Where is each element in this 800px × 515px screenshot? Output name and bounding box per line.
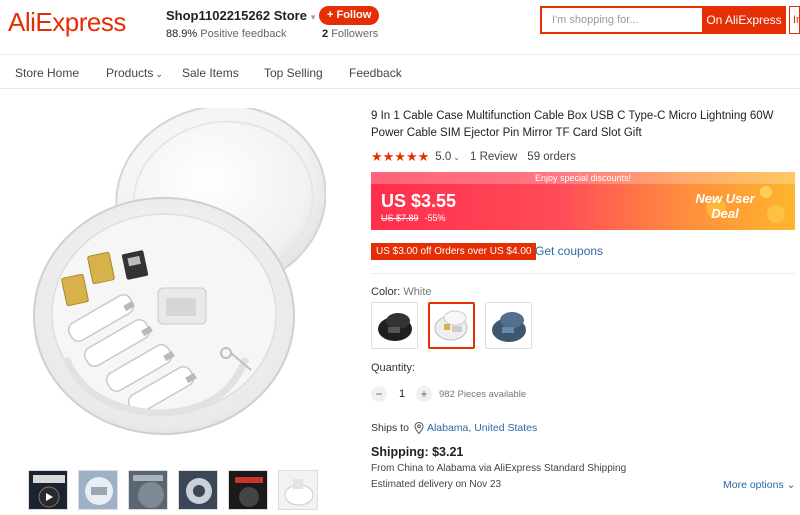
followers-number: 2 xyxy=(322,28,329,40)
estimated-delivery: Estimated delivery on Nov 23 xyxy=(371,479,502,490)
nav-products-label[interactable]: Products xyxy=(106,66,153,80)
store-header: AliExpress Shop1102215262 Store ▾ 88.9% P… xyxy=(0,0,800,55)
nav-top-selling[interactable]: Top Selling xyxy=(264,66,323,80)
product-thumbnail-icon xyxy=(133,475,164,508)
cable-case-illustration xyxy=(33,104,327,435)
search-in-store-button[interactable]: In xyxy=(789,6,800,34)
product-title: 9 In 1 Cable Case Multifunction Cable Bo… xyxy=(371,110,774,139)
chevron-down-icon[interactable]: ⌄ xyxy=(155,69,163,79)
product-thumbnail-icon xyxy=(284,479,314,506)
nav-sale-items[interactable]: Sale Items xyxy=(182,66,239,80)
thumbnail-1[interactable] xyxy=(28,470,68,510)
quantity-input[interactable]: 1 xyxy=(399,388,405,400)
store-nav: Store Home Products ⌄ Sale Items Top Sell… xyxy=(0,56,800,89)
location-pin-icon xyxy=(414,422,424,434)
coupon-tag: US $3.00 off Orders over US $4.00 xyxy=(371,243,537,260)
price-banner: Enjoy special discounts! US $3.55 US $7.… xyxy=(371,172,795,230)
followers-count: 2 Followers xyxy=(322,28,378,40)
color-label-text: Color: xyxy=(371,286,401,298)
aliexpress-logo[interactable]: AliExpress xyxy=(8,7,126,38)
ships-to-location-link[interactable]: Alabama, United States xyxy=(427,422,537,434)
blue-case-icon xyxy=(486,303,531,348)
nav-feedback[interactable]: Feedback xyxy=(349,66,402,80)
nav-products[interactable]: Products ⌄ xyxy=(106,66,163,80)
color-label: Color: White xyxy=(371,286,432,298)
thumbnail-3[interactable] xyxy=(128,470,168,510)
quantity-label: Quantity: xyxy=(371,362,416,374)
thumbnail-2[interactable] xyxy=(78,470,118,510)
thumbnail-strip xyxy=(28,470,328,515)
quantity-available: 982 Pieces available xyxy=(439,389,527,400)
color-swatch-blue[interactable] xyxy=(485,302,532,349)
quantity-plus-button[interactable]: + xyxy=(416,386,432,402)
shipping-route: From China to Alabama via AliExpress Sta… xyxy=(371,463,627,474)
star-rating-icon: ★★★★★ xyxy=(371,149,430,164)
rating-value[interactable]: 5.0 xyxy=(435,151,451,163)
original-price: US $7.89 xyxy=(381,213,419,223)
chevron-down-icon[interactable]: ⌄ xyxy=(453,153,460,162)
store-feedback: 88.9% Positive feedback xyxy=(166,28,286,40)
ships-to-label: Ships to xyxy=(371,422,409,434)
follow-button[interactable]: + Follow xyxy=(319,6,380,25)
discount-percent: -55% xyxy=(424,213,446,223)
store-name-text[interactable]: Shop1102215262 Store xyxy=(166,8,307,23)
quantity-minus-button[interactable]: − xyxy=(371,386,387,402)
color-swatch-black[interactable] xyxy=(371,302,418,349)
original-price-row: US $7.89 -55% xyxy=(381,213,446,223)
current-price: US $3.55 xyxy=(381,191,457,211)
new-user-deal-badge: New User Deal xyxy=(695,191,755,221)
orders-count: 59 orders xyxy=(527,151,576,163)
search-aliexpress-button[interactable]: On AliExpress xyxy=(702,6,786,34)
thumbnail-5[interactable] xyxy=(228,470,268,510)
feedback-percent: 88.9% xyxy=(166,28,198,40)
more-shipping-options-link[interactable]: More options ⌄ xyxy=(723,479,795,491)
product-main-image[interactable] xyxy=(26,104,327,448)
product-thumbnail-icon xyxy=(235,477,263,507)
divider xyxy=(371,273,795,274)
product-thumbnail-icon xyxy=(85,477,113,505)
store-name[interactable]: Shop1102215262 Store ▾ xyxy=(166,8,315,23)
nav-store-home[interactable]: Store Home xyxy=(15,66,79,80)
thumbnail-4[interactable] xyxy=(178,470,218,510)
color-swatch-white[interactable] xyxy=(428,302,475,349)
chevron-down-icon[interactable]: ▾ xyxy=(311,12,316,22)
get-coupons-link[interactable]: Get coupons xyxy=(535,244,603,258)
product-thumbnail-icon xyxy=(33,475,65,508)
selected-color: White xyxy=(403,286,432,298)
followers-label: Followers xyxy=(331,28,379,40)
search-input[interactable]: I'm shopping for... xyxy=(540,6,702,34)
black-case-icon xyxy=(372,303,417,348)
reviews-link[interactable]: 1 Review xyxy=(470,151,517,163)
ships-to-row: Ships to Alabama, United States xyxy=(371,422,537,434)
white-case-icon xyxy=(430,304,473,347)
feedback-label: Positive feedback xyxy=(200,28,287,40)
rating-row: ★★★★★ 5.0 ⌄ 1 Review 59 orders xyxy=(371,149,576,164)
shipping-cost: Shipping: $3.21 xyxy=(371,445,464,459)
thumbnail-6[interactable] xyxy=(278,470,318,510)
product-thumbnail-icon xyxy=(186,478,212,504)
